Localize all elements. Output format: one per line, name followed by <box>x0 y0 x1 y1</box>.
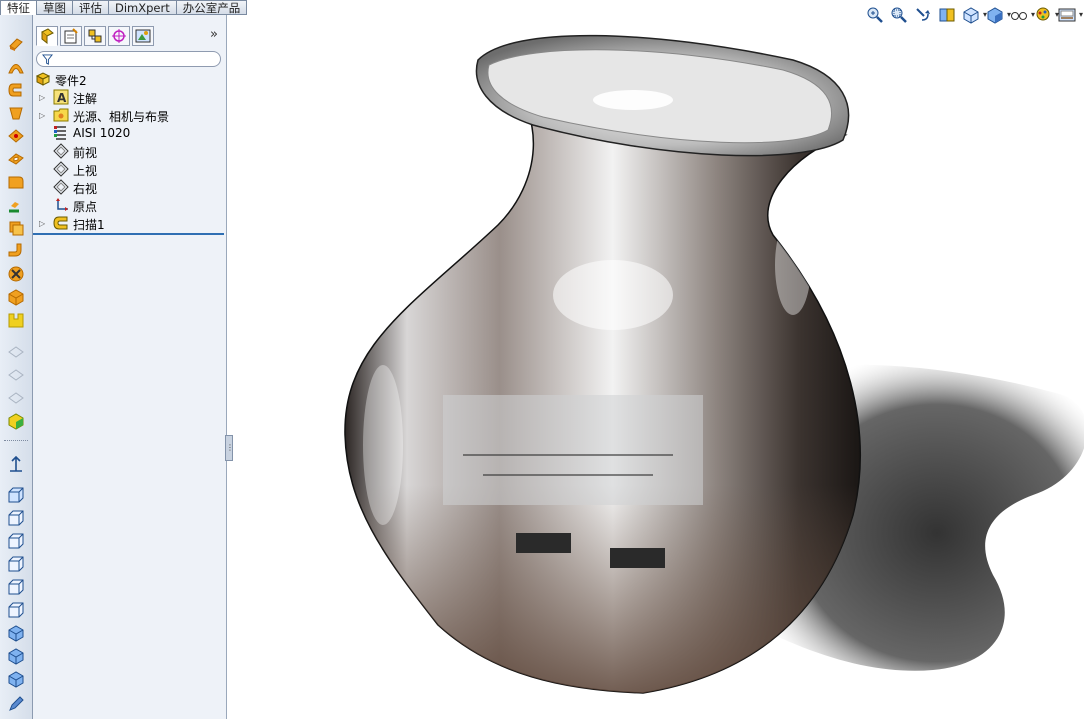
reference-geometry-icon[interactable] <box>7 343 25 361</box>
revolved-boss-icon[interactable] <box>7 58 25 76</box>
dome-icon[interactable] <box>7 311 25 329</box>
tab-sketch[interactable]: 草图 <box>37 0 73 15</box>
tab-dimxpert[interactable]: DimXpert <box>109 0 177 15</box>
expand-arrow-icon[interactable]: ▷ <box>39 219 45 228</box>
filter-icon <box>42 54 53 65</box>
tree-item-lights-cameras-scene[interactable]: ▷ 光源、相机与布景 <box>33 107 226 125</box>
tree-item-top-plane[interactable]: 上视 <box>33 161 226 179</box>
tree-item-annotations[interactable]: ▷ A 注解 <box>33 89 226 107</box>
lights-cameras-scene-icon <box>53 107 69 123</box>
curves-icon[interactable] <box>7 366 25 384</box>
tab-office-products[interactable]: 办公室产品 <box>176 0 248 15</box>
isometric-view-icon[interactable] <box>7 624 25 642</box>
front-view-icon[interactable] <box>7 486 25 504</box>
tab-dimxpertmanager[interactable] <box>108 26 130 46</box>
expand-arrow-icon[interactable]: ▷ <box>39 93 45 102</box>
trimetric-view-icon[interactable] <box>7 647 25 665</box>
panel-tabs <box>33 26 226 48</box>
toolbar-divider <box>4 440 28 441</box>
fillet-icon[interactable] <box>7 173 25 191</box>
tab-configurationmanager[interactable] <box>84 26 106 46</box>
wrap-icon[interactable] <box>7 288 25 306</box>
feature-manager-panel: » 零件2 ▷ A 注解 ▷ 光源、相机与布景 AISI 1020 前视 上视 … <box>33 15 227 719</box>
draft-icon[interactable] <box>7 242 25 260</box>
graphics-area[interactable] <box>233 15 1084 719</box>
sweep-icon <box>53 215 69 231</box>
tree-item-label: 前视 <box>73 146 98 160</box>
bottom-view-icon[interactable] <box>7 601 25 619</box>
dimetric-view-icon[interactable] <box>7 670 25 688</box>
tree-item-right-plane[interactable]: 右视 <box>33 179 226 197</box>
svg-text:A: A <box>57 91 67 105</box>
plane-icon <box>53 143 69 159</box>
right-view-icon[interactable] <box>7 555 25 573</box>
normal-to-icon[interactable] <box>7 455 25 473</box>
panel-collapse-handle[interactable]: ⋮ <box>225 435 234 461</box>
tab-evaluate[interactable]: 评估 <box>73 0 109 15</box>
annotations-icon: A <box>53 89 69 105</box>
rapidsketch-icon[interactable] <box>7 412 25 430</box>
boundary-boss-icon[interactable] <box>7 127 25 145</box>
tree-item-label: 上视 <box>73 164 98 178</box>
vase-model-render[interactable] <box>233 15 1084 719</box>
top-view-icon[interactable] <box>7 578 25 596</box>
featuremanager-icon <box>41 28 54 45</box>
shell-icon[interactable] <box>7 265 25 283</box>
tree-item-front-plane[interactable]: 前视 <box>33 143 226 161</box>
lofted-boss-icon[interactable] <box>7 104 25 122</box>
tree-item-label: 光源、相机与布景 <box>73 110 170 124</box>
tab-propertymanager[interactable] <box>60 26 82 46</box>
plane-icon <box>53 161 69 177</box>
propertymanager-icon <box>64 28 78 44</box>
rollback-bar[interactable] <box>33 233 224 235</box>
extruded-boss-icon[interactable] <box>7 35 25 53</box>
tree-root-part[interactable]: 零件2 <box>33 71 226 89</box>
rib-icon[interactable] <box>7 219 25 237</box>
dimxpert-icon <box>112 29 126 43</box>
tree-item-label: 注解 <box>73 92 98 106</box>
tree-item-sweep[interactable]: ▷ 扫描1 <box>33 215 226 233</box>
tree-item-label: 原点 <box>73 200 98 214</box>
swept-boss-icon[interactable] <box>7 81 25 99</box>
tab-displaymanager[interactable] <box>132 26 154 46</box>
linear-pattern-icon[interactable] <box>7 196 25 214</box>
displaymanager-icon <box>135 29 151 43</box>
instant3d-icon[interactable] <box>7 389 25 407</box>
expand-arrow-icon[interactable]: ▷ <box>39 111 45 120</box>
tree-item-label: 右视 <box>73 182 98 196</box>
back-view-icon[interactable] <box>7 509 25 527</box>
tree-item-label: 扫描1 <box>73 218 105 232</box>
left-view-icon[interactable] <box>7 532 25 550</box>
panel-expand-chevron[interactable]: » <box>210 27 218 42</box>
tree-item-origin[interactable]: 原点 <box>33 197 226 215</box>
origin-icon <box>53 197 69 213</box>
tab-features[interactable]: 特征 <box>0 0 37 15</box>
command-manager-tabs: 特征 草图 评估 DimXpert 办公室产品 <box>0 0 248 15</box>
extruded-cut-icon[interactable] <box>7 150 25 168</box>
configurationmanager-icon <box>88 29 102 43</box>
tree-item-label: AISI 1020 <box>73 126 131 140</box>
part-name: 零件2 <box>55 74 87 88</box>
part-icon <box>35 71 51 87</box>
sketch-pencil-icon[interactable] <box>7 695 25 713</box>
plane-icon <box>53 179 69 195</box>
material-icon <box>53 125 69 141</box>
tree-item-material[interactable]: AISI 1020 <box>33 125 226 143</box>
tab-featuremanager[interactable] <box>36 26 58 46</box>
features-toolbar <box>0 15 33 719</box>
tree-filter-input[interactable] <box>36 51 221 67</box>
